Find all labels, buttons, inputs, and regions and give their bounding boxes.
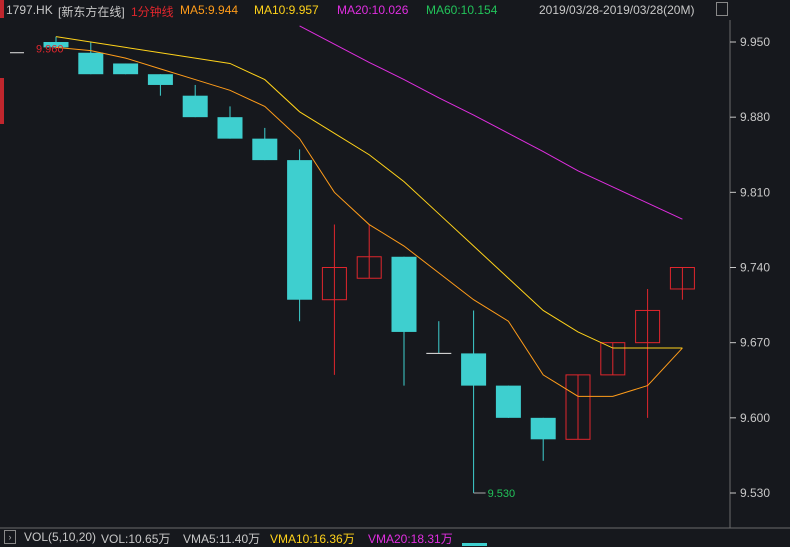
ma20-label: MA20:10.026 (337, 3, 409, 17)
ma20-line (299, 25, 683, 220)
candle-body (252, 138, 278, 161)
stock-code: 1797.HK (6, 3, 53, 17)
ma5-line (55, 46, 683, 397)
expand-icon[interactable]: › (4, 530, 16, 544)
candle-body (461, 353, 487, 386)
ma10-label: MA10:9.957 (254, 3, 319, 17)
vol-value: VOL:10.65万 (101, 532, 171, 546)
candle-body (530, 417, 556, 440)
high-price-label: 9.960 (36, 44, 64, 56)
date-range: 2019/03/28-2019/03/28(20M) (539, 3, 695, 17)
vma5-value: VMA5:11.40万 (183, 532, 261, 546)
y-tick-label: 9.810 (740, 185, 770, 199)
y-tick-label: 9.740 (740, 261, 770, 275)
vma10-value: VMA10:16.36万 (270, 532, 355, 546)
window-button[interactable] (716, 2, 728, 16)
candle-body (495, 385, 521, 418)
ma60-label: MA60:10.154 (426, 3, 498, 17)
y-tick-label: 9.950 (740, 35, 770, 49)
candle-body (217, 117, 243, 139)
left-edge-marker (0, 0, 4, 18)
candle-body (78, 52, 104, 75)
y-tick-label: 9.600 (740, 411, 770, 425)
candlestick-chart[interactable]: 9.950 9.880 9.810 9.740 9.670 9.600 9.530 9.960… (0, 0, 790, 546)
ma5-label: MA5:9.944 (180, 3, 239, 17)
period-label[interactable]: 1分钟线 (131, 3, 174, 20)
y-tick-label: 9.670 (740, 336, 770, 350)
y-tick-label: 9.880 (740, 110, 770, 124)
candle-body (113, 63, 139, 75)
vma20-value: VMA20:18.31万 (368, 532, 453, 546)
low-price-label: 9.530 (488, 488, 516, 500)
left-edge-marker (0, 78, 4, 124)
stock-name: [新东方在线] (58, 5, 125, 19)
candle-body (391, 256, 417, 332)
candle-body (147, 74, 173, 85)
vol-indicator-label: VOL(5,10,20) (24, 530, 97, 544)
candle-body (182, 95, 208, 118)
candle-body (287, 160, 313, 300)
y-tick-label: 9.530 (740, 486, 770, 500)
